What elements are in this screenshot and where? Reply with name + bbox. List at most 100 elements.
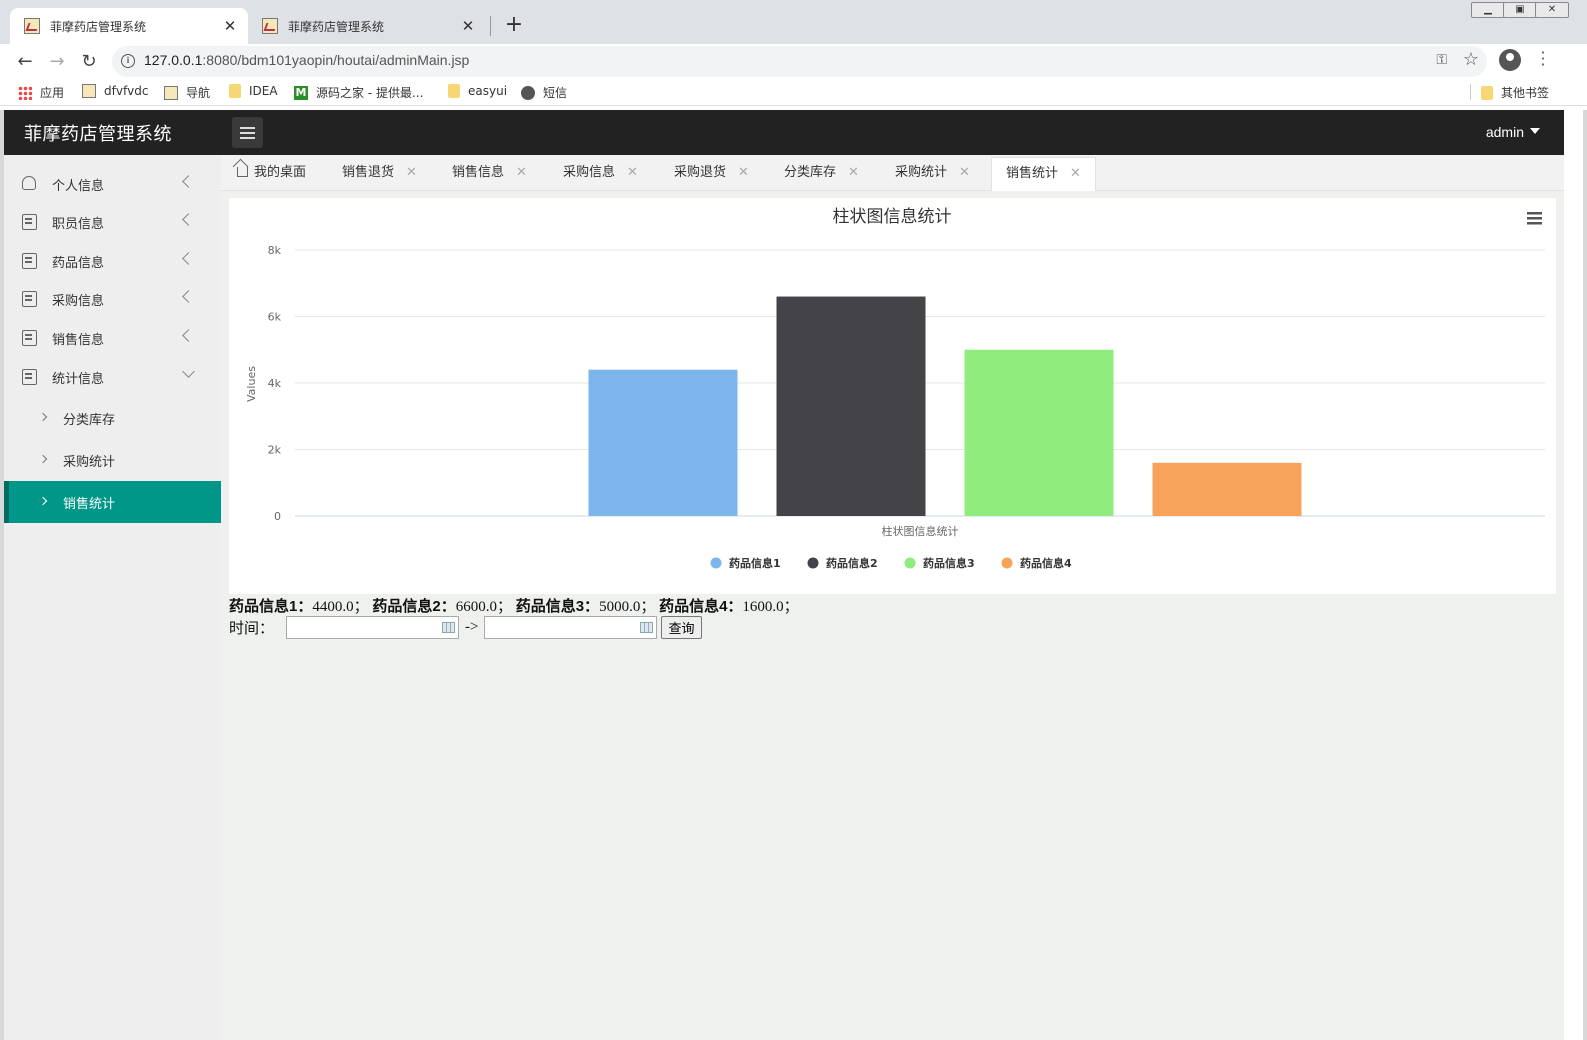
chevron-right-icon: [38, 454, 48, 464]
app-brand: 菲摩药店管理系统: [24, 124, 172, 145]
x-axis-label: 柱状图信息统计: [882, 524, 959, 538]
minimize-button[interactable]: ▁: [1471, 2, 1505, 18]
legend-label[interactable]: 药品信息3: [923, 556, 975, 570]
sidebar: 个人信息 职员信息 药品信息 采购信息 销售信息 统计信息 分类库存 采购统计 …: [4, 155, 221, 1040]
summary-label: 药品信息3：: [515, 598, 600, 615]
calendar-icon[interactable]: [442, 622, 456, 633]
legend-label[interactable]: 药品信息4: [1020, 556, 1072, 570]
chart-bar[interactable]: [964, 349, 1114, 516]
summary-value: 5000.0；: [599, 599, 656, 615]
sidebar-subitem-category-stock[interactable]: 分类库存: [4, 397, 221, 439]
legend-marker[interactable]: [904, 557, 916, 569]
bookmark-item[interactable]: M 源码之家 - 提供最...: [294, 84, 423, 101]
user-icon: [22, 176, 36, 190]
bookmark-folder[interactable]: IDEA: [229, 84, 278, 98]
user-menu[interactable]: admin: [1486, 124, 1540, 140]
sidebar-item-sales[interactable]: 销售信息: [4, 319, 221, 357]
bookmark-other[interactable]: 其他书签: [1481, 84, 1549, 101]
y-axis-label: Values: [245, 366, 258, 402]
key-icon[interactable]: ⚿: [1436, 52, 1447, 68]
reload-icon[interactable]: ↻: [76, 49, 102, 75]
chevron-left-icon: [182, 290, 195, 303]
chevron-right-icon: [38, 496, 48, 506]
close-tab-icon[interactable]: ✕: [222, 17, 238, 35]
summary-value: 4400.0；: [312, 599, 369, 615]
tab-purchase-info[interactable]: 采购信息 ✕: [563, 157, 638, 191]
legend-marker[interactable]: [710, 557, 722, 569]
browser-tab-2[interactable]: 菲摩药店管理系统 ✕: [248, 8, 486, 44]
chart-panel: 柱状图信息统计 Values 柱状图信息统计 0 2k 4k 6k 8k 药品信息1 药品…: [229, 198, 1556, 594]
calendar-icon[interactable]: [640, 622, 654, 633]
legend-label[interactable]: 药品信息1: [729, 556, 781, 570]
close-window-button[interactable]: ✕: [1535, 2, 1569, 18]
sidebar-subitem-sales-stats[interactable]: 销售统计: [4, 481, 221, 523]
tab-category-stock[interactable]: 分类库存 ✕: [784, 157, 859, 191]
favicon-icon: [24, 18, 40, 34]
close-icon[interactable]: ✕: [516, 165, 527, 180]
browser-tab-1[interactable]: 菲摩药店管理系统 ✕: [10, 8, 248, 44]
bookmark-folder[interactable]: easyui: [448, 84, 507, 98]
summary-label: 药品信息4：: [659, 598, 743, 615]
tab-sales-return[interactable]: 销售退货 ✕: [342, 157, 417, 191]
summary-value: 6600.0；: [455, 599, 512, 615]
close-icon[interactable]: ✕: [627, 165, 638, 180]
chevron-down-icon: [182, 365, 195, 378]
tab-purchase-stats[interactable]: 采购统计 ✕: [895, 157, 970, 191]
bookmark-item[interactable]: 短信: [521, 84, 567, 101]
close-icon[interactable]: ✕: [1070, 166, 1081, 181]
menu-toggle-icon[interactable]: [232, 117, 263, 148]
tab-sales-info[interactable]: 销售信息 ✕: [452, 157, 527, 191]
start-date-input[interactable]: [286, 616, 460, 639]
folder-icon: [229, 84, 241, 98]
summary-label: 药品信息2：: [372, 598, 456, 615]
sidebar-subitem-purchase-stats[interactable]: 采购统计: [4, 439, 221, 481]
bookmark-item[interactable]: dfvfvdc: [82, 84, 148, 98]
sidebar-subitem-label: 分类库存: [63, 413, 116, 428]
new-tab-button[interactable]: +: [502, 12, 526, 38]
window-border: [1583, 110, 1587, 1040]
close-icon[interactable]: ✕: [959, 165, 970, 180]
bookmark-divider: [1470, 84, 1471, 100]
chart-bar[interactable]: [776, 296, 926, 516]
sidebar-item-profile[interactable]: 个人信息: [4, 165, 221, 203]
back-icon[interactable]: ←: [12, 49, 38, 75]
chart-menu-icon[interactable]: [1527, 212, 1542, 225]
query-button[interactable]: 查询: [661, 616, 702, 639]
chevron-right-icon: [38, 412, 48, 422]
close-icon[interactable]: ✕: [848, 165, 859, 180]
sidebar-item-purchase[interactable]: 采购信息: [4, 280, 221, 318]
y-tick-label: 8k: [268, 244, 282, 257]
bookmark-star-icon[interactable]: ☆: [1463, 49, 1479, 70]
account-icon[interactable]: [1499, 49, 1521, 71]
sidebar-item-label: 销售信息: [52, 332, 105, 348]
close-tab-icon[interactable]: ✕: [460, 17, 476, 35]
maximize-button[interactable]: ▣: [1503, 2, 1537, 18]
address-bar[interactable]: i 127.0.0.1:8080/bdm101yaopin/houtai/adm…: [112, 46, 1487, 77]
sidebar-item-label: 药品信息: [52, 255, 105, 271]
sidebar-item-statistics[interactable]: 统计信息: [4, 358, 221, 396]
tab-purchase-return[interactable]: 采购退货 ✕: [674, 157, 749, 191]
close-icon[interactable]: ✕: [738, 165, 749, 180]
end-date-input[interactable]: [484, 616, 658, 639]
chart-bar[interactable]: [1152, 462, 1302, 516]
url-text: 127.0.0.1:8080/bdm101yaopin/houtai/admin…: [144, 52, 470, 68]
bookmark-apps[interactable]: 应用: [18, 84, 64, 101]
tab-desktop[interactable]: 我的桌面: [237, 157, 306, 191]
legend-marker[interactable]: [1001, 557, 1013, 569]
legend-marker[interactable]: [807, 557, 819, 569]
tab-sales-stats[interactable]: 销售统计 ✕: [991, 157, 1096, 191]
legend-label[interactable]: 药品信息2: [826, 556, 878, 570]
bookmark-item[interactable]: 导航: [164, 84, 210, 101]
sidebar-item-medicine[interactable]: 药品信息: [4, 242, 221, 280]
info-icon[interactable]: i: [121, 54, 135, 68]
document-icon: [22, 253, 37, 269]
folder-icon: [1481, 85, 1493, 100]
close-icon[interactable]: ✕: [406, 165, 417, 180]
chart-bar[interactable]: [588, 369, 738, 516]
forward-icon[interactable]: →: [44, 49, 70, 75]
sidebar-item-staff[interactable]: 职员信息: [4, 203, 221, 241]
y-tick-label: 6k: [268, 311, 282, 324]
browser-menu-icon[interactable]: · · ·: [1538, 45, 1548, 73]
browser-tab-title: 菲摩药店管理系统: [50, 19, 147, 34]
globe-icon: [521, 85, 535, 100]
